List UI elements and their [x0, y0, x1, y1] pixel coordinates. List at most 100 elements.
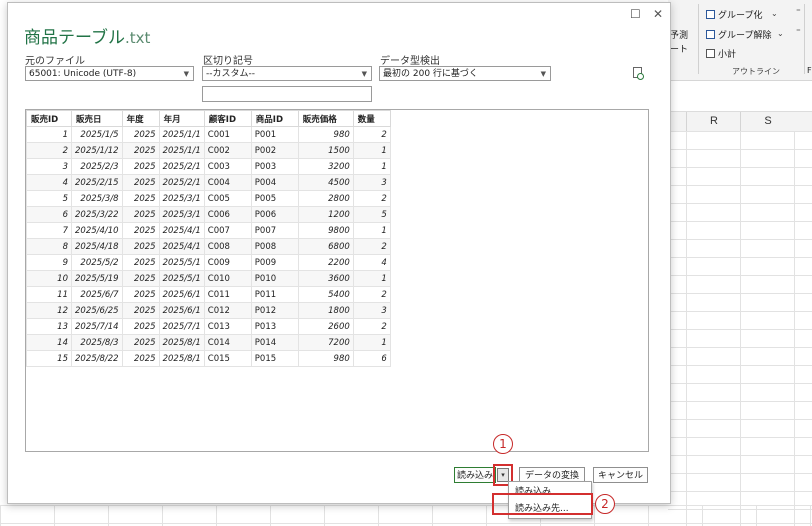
table-cell: 15	[26, 350, 72, 367]
table-cell: 2025/8/1	[158, 334, 205, 351]
table-cell: 5400	[297, 286, 354, 303]
table-cell: 2025/8/3	[71, 334, 123, 351]
table-cell: P002	[250, 142, 299, 159]
table-cell: P005	[250, 190, 299, 207]
table-row: 10 2025/5/19 2025 2025/5/1 C010 P010 3600 1	[26, 270, 391, 287]
table-cell: 2025/6/7	[71, 286, 123, 303]
table-cell: 3	[352, 174, 391, 191]
table-cell: 8	[26, 238, 72, 255]
table-cell: 1	[352, 222, 391, 239]
table-cell: C006	[203, 206, 252, 223]
table-cell: C013	[203, 318, 252, 335]
file-origin-select[interactable]: 65001: Unicode (UTF-8) ▼	[25, 66, 194, 81]
ribbon-partial-icon: ⁼	[796, 28, 801, 38]
table-cell: P013	[250, 318, 299, 335]
table-cell: 2025/5/1	[158, 270, 205, 287]
table-cell: P009	[250, 254, 299, 271]
delimiter-label: 区切り記号	[203, 56, 253, 67]
table-cell: C011	[203, 286, 252, 303]
ribbon-group-button[interactable]: グループ化	[706, 8, 762, 21]
table-row: 11 2025/6/7 2025 2025/6/1 C011 P011 5400 2	[26, 286, 391, 303]
table-cell: 1800	[297, 302, 354, 319]
table-cell: 1500	[297, 142, 354, 159]
column-header: 数量	[352, 110, 391, 127]
table-cell: 2	[352, 318, 391, 335]
table-cell: 11	[26, 286, 72, 303]
table-cell: 7	[26, 222, 72, 239]
table-cell: 5	[352, 206, 391, 223]
document-settings-icon[interactable]	[633, 67, 644, 80]
custom-delimiter-input[interactable]	[202, 86, 372, 102]
table-cell: 1200	[297, 206, 354, 223]
table-cell: 2025	[121, 286, 160, 303]
table-cell: 2025/3/8	[71, 190, 123, 207]
table-cell: C004	[203, 174, 252, 191]
table-cell: 2025/1/1	[158, 126, 205, 143]
table-cell: 6	[26, 206, 72, 223]
ribbon-partial-sheet: ート	[670, 45, 689, 55]
table-cell: 4500	[297, 174, 354, 191]
ungroup-dropdown-chevron-icon[interactable]: ⌄	[777, 29, 784, 38]
column-header: 年月	[158, 110, 205, 127]
table-row: 7 2025/4/10 2025 2025/4/1 C007 P007 9800 1	[26, 222, 391, 239]
column-header-s[interactable]: S	[740, 112, 795, 131]
table-cell: P008	[250, 238, 299, 255]
table-cell: 2025	[121, 238, 160, 255]
table-row: 5 2025/3/8 2025 2025/3/1 C005 P005 2800 2	[26, 190, 391, 207]
datatype-detection-label: データ型検出	[380, 56, 440, 67]
excel-ribbon: 予測 ート グループ化 ⌄ グループ解除 ⌄ 小計 アウトライン F ⁼ ⁼	[668, 0, 812, 81]
table-cell: P014	[250, 334, 299, 351]
table-row: 6 2025/3/22 2025 2025/3/1 C006 P006 1200 5	[26, 206, 391, 223]
table-cell: 2025/8/22	[71, 350, 123, 367]
ribbon-separator	[804, 4, 805, 74]
column-header-r[interactable]: R	[686, 112, 741, 131]
table-cell: 2025/6/1	[158, 302, 205, 319]
load-button[interactable]: 読み込み	[454, 467, 496, 483]
table-cell: 2800	[297, 190, 354, 207]
table-cell: 2025	[121, 142, 160, 159]
table-cell: 2600	[297, 318, 354, 335]
chevron-down-icon: ▼	[540, 70, 546, 78]
group-dropdown-chevron-icon[interactable]: ⌄	[771, 9, 778, 18]
ribbon-partial-right: F	[807, 66, 812, 75]
table-cell: 2025/4/1	[158, 222, 205, 239]
table-cell: 980	[297, 350, 354, 367]
table-cell: C003	[203, 158, 252, 175]
chevron-down-icon: ▼	[183, 70, 189, 78]
table-cell: 2	[352, 286, 391, 303]
table-cell: 13	[26, 318, 72, 335]
table-cell: 2025/3/1	[158, 206, 205, 223]
ribbon-ungroup-button[interactable]: グループ解除	[706, 28, 771, 41]
worksheet-grid-bottom[interactable]	[0, 505, 812, 526]
table-cell: 2025	[121, 334, 160, 351]
callout-number-1: 1	[493, 434, 513, 454]
cancel-button[interactable]: キャンセル	[593, 467, 648, 483]
table-row: 2 2025/1/12 2025 2025/1/1 C002 P002 1500 1	[26, 142, 391, 159]
table-cell: 2	[352, 190, 391, 207]
ungroup-icon	[706, 30, 715, 39]
close-icon[interactable]: ✕	[653, 7, 663, 21]
table-cell: 2025/2/15	[71, 174, 123, 191]
table-cell: C005	[203, 190, 252, 207]
datatype-detection-select[interactable]: 最初の 200 行に基づく ▼	[379, 66, 551, 81]
table-cell: 2025/7/1	[158, 318, 205, 335]
table-cell: 2025/2/1	[158, 174, 205, 191]
table-cell: 2025	[121, 190, 160, 207]
table-row: 4 2025/2/15 2025 2025/2/1 C004 P004 4500 3	[26, 174, 391, 191]
table-cell: 2025	[121, 158, 160, 175]
table-cell: P007	[250, 222, 299, 239]
table-cell: 5	[26, 190, 72, 207]
worksheet-grid[interactable]	[668, 131, 812, 526]
table-row: 13 2025/7/14 2025 2025/7/1 C013 P013 2600 2	[26, 318, 391, 335]
delimiter-select[interactable]: --カスタム-- ▼	[202, 66, 372, 81]
table-cell: 1	[352, 142, 391, 159]
ribbon-separator	[698, 4, 699, 74]
table-cell: 2025/6/1	[158, 286, 205, 303]
column-header: 顧客ID	[203, 110, 252, 127]
maximize-icon[interactable]: ☐	[630, 7, 641, 21]
table-cell: 2025/4/1	[158, 238, 205, 255]
table-cell: P011	[250, 286, 299, 303]
table-cell: 2025/8/1	[158, 350, 205, 367]
ribbon-subtotal-button[interactable]: 小計	[706, 47, 736, 60]
table-cell: 2025/5/2	[71, 254, 123, 271]
